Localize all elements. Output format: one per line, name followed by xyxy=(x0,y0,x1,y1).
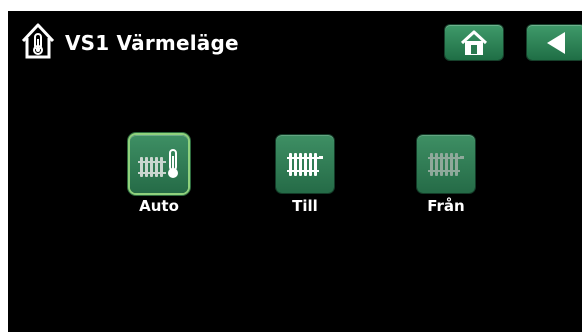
mode-option-off[interactable]: Från xyxy=(406,135,486,215)
radiator-thermometer-icon xyxy=(138,149,178,178)
mode-option-auto[interactable]: Auto xyxy=(119,135,199,215)
mode-label: Auto xyxy=(139,197,179,215)
mode-button-auto[interactable] xyxy=(130,135,188,193)
mode-button-on[interactable] xyxy=(276,135,334,193)
mode-label: Till xyxy=(292,197,318,215)
radiator-on-icon xyxy=(287,153,323,176)
house-thermometer-icon xyxy=(19,21,57,61)
home-button[interactable] xyxy=(445,25,503,60)
back-arrow-icon xyxy=(547,31,565,54)
mode-label: Från xyxy=(427,197,465,215)
page-title: VS1 Värmeläge xyxy=(65,31,239,55)
mode-button-off[interactable] xyxy=(417,135,475,193)
mode-option-on[interactable]: Till xyxy=(265,135,345,215)
home-icon xyxy=(460,30,488,55)
touch-screen: VS1 Värmeläge Auto Till Från xyxy=(8,11,582,332)
screen-left-border xyxy=(0,0,8,332)
back-button[interactable] xyxy=(527,25,582,60)
radiator-off-icon xyxy=(428,153,464,176)
